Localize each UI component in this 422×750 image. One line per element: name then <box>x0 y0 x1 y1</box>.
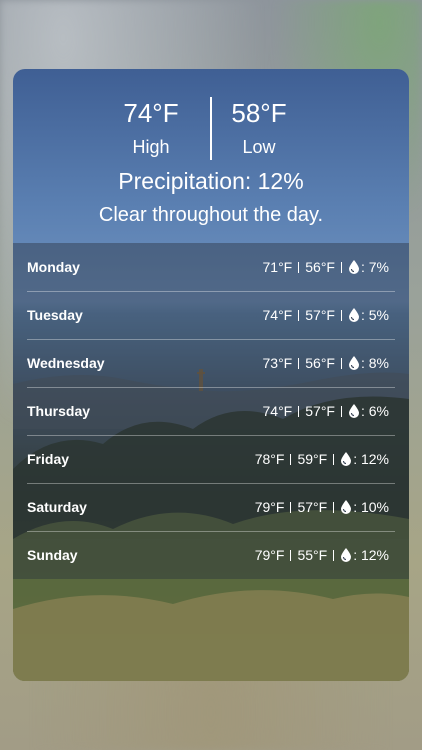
day-high: 71°F <box>262 259 293 275</box>
today-summary: 74°F High 58°F Low Precipitation: 12% Cl… <box>13 69 409 243</box>
day-name: Tuesday <box>27 307 83 323</box>
day-row-tuesday: Tuesday 74°F 57°F : 5% <box>27 291 395 340</box>
day-details: 78°F 59°F : 12% <box>255 450 389 468</box>
high-temp-group: 74°F High <box>91 97 211 159</box>
separator <box>340 310 342 321</box>
separator <box>333 550 335 561</box>
separator <box>290 502 292 513</box>
day-high: 79°F <box>254 547 285 563</box>
day-low: 55°F <box>297 547 328 563</box>
day-precip: : 5% <box>360 307 389 323</box>
day-high: 79°F <box>254 499 285 515</box>
day-low: 57°F <box>305 307 335 323</box>
day-low: 57°F <box>297 499 328 515</box>
day-name: Saturday <box>27 499 87 515</box>
raindrop-icon <box>348 356 359 370</box>
temp-divider <box>210 97 212 160</box>
separator <box>298 406 300 417</box>
day-precip: : 12% <box>353 451 389 467</box>
day-row-thursday: Thursday 74°F 57°F : 6% <box>27 387 395 436</box>
separator <box>340 358 342 369</box>
raindrop-icon <box>341 500 352 514</box>
raindrop-icon <box>348 308 359 322</box>
raindrop-icon <box>341 548 352 562</box>
day-name: Monday <box>27 259 80 275</box>
day-name: Friday <box>27 451 70 467</box>
day-name: Wednesday <box>27 355 105 371</box>
day-row-wednesday: Wednesday 73°F 56°F : 8% <box>27 339 395 388</box>
day-low: 59°F <box>297 451 328 467</box>
day-row-friday: Friday 78°F 59°F : 12% <box>27 435 395 484</box>
raindrop-icon <box>348 260 359 274</box>
weather-card: 74°F High 58°F Low Precipitation: 12% Cl… <box>13 69 409 681</box>
separator <box>290 550 292 561</box>
day-high: 74°F <box>262 307 293 323</box>
weekly-forecast: Monday 71°F 56°F : 7% Tuesday 74°F 57°F : 5%… <box>13 243 409 579</box>
day-row-saturday: Saturday 79°F 57°F : 10% <box>27 483 395 532</box>
raindrop-icon <box>341 452 352 466</box>
raindrop-icon <box>348 404 359 418</box>
day-row-monday: Monday 71°F 56°F : 7% <box>27 243 395 292</box>
day-name: Sunday <box>27 547 78 563</box>
precipitation-text: Precipitation: 12% <box>118 168 304 194</box>
separator <box>298 310 300 321</box>
separator <box>333 502 335 513</box>
day-details: 71°F 56°F : 7% <box>263 258 389 276</box>
day-low: 56°F <box>305 355 335 371</box>
day-precip: : 8% <box>360 355 389 371</box>
separator <box>340 406 342 417</box>
day-precip: : 10% <box>353 499 389 515</box>
day-details: 73°F 56°F : 8% <box>263 354 389 372</box>
day-name: Thursday <box>27 403 91 419</box>
day-precip: : 7% <box>360 259 389 275</box>
day-high: 73°F <box>262 355 293 371</box>
forecast-summary: Clear throughout the day. <box>98 204 324 226</box>
day-precip: : 6% <box>360 403 389 419</box>
high-label: High <box>132 137 170 157</box>
day-details: 79°F 55°F : 12% <box>255 546 389 564</box>
low-temp-group: 58°F Low <box>199 97 319 159</box>
day-precip: : 12% <box>353 547 389 563</box>
day-details: 79°F 57°F : 10% <box>255 498 389 516</box>
low-label: Low <box>242 137 276 157</box>
day-row-sunday: Sunday 79°F 55°F : 12% <box>27 531 395 579</box>
high-temp: 74°F <box>123 98 179 128</box>
day-details: 74°F 57°F : 6% <box>263 402 389 420</box>
separator <box>333 454 335 465</box>
day-low: 56°F <box>305 259 335 275</box>
separator <box>298 358 300 369</box>
day-low: 57°F <box>305 403 335 419</box>
separator <box>290 454 292 465</box>
day-details: 74°F 57°F : 5% <box>263 306 389 324</box>
day-high: 74°F <box>262 403 293 419</box>
low-temp: 58°F <box>231 98 287 128</box>
separator <box>340 262 342 273</box>
separator <box>298 262 300 273</box>
day-high: 78°F <box>254 451 285 467</box>
